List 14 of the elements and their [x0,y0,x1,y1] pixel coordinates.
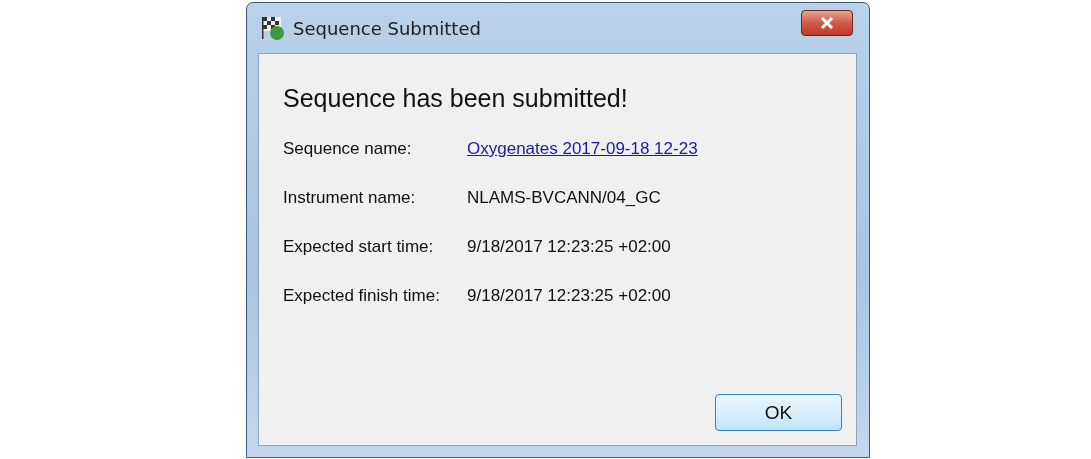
field-label: Sequence name: [283,139,413,160]
window-title: Sequence Submitted [293,17,482,39]
field-label: Expected start time: [283,237,435,258]
field-value: NLAMS-BVCANN/04_GC [467,188,661,209]
close-icon [819,16,835,30]
checkered-flag-icon [261,15,287,41]
ok-button[interactable]: OK [715,394,842,431]
field-value: 9/18/2017 12:23:25 +02:00 [467,286,671,307]
field-label: Instrument name: [283,188,417,209]
dialog-heading: Sequence has been submitted! [283,84,629,113]
close-button[interactable] [801,10,853,36]
sequence-link[interactable]: Oxygenates 2017-09-18 12-23 [467,139,698,188]
field-label: Expected finish time: [283,286,441,307]
field-value: 9/18/2017 12:23:25 +02:00 [467,237,671,258]
